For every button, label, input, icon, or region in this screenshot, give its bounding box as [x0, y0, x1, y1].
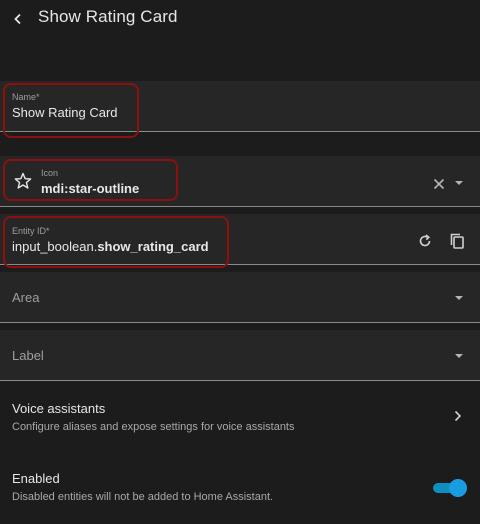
area-placeholder: Area	[12, 290, 40, 305]
name-field-label: Name*	[12, 92, 40, 102]
enabled-subtitle: Disabled entities will not be added to H…	[12, 491, 274, 503]
icon-field-value: mdi:star-outline	[41, 181, 140, 196]
reset-icon[interactable]	[415, 231, 435, 251]
voice-assistants-subtitle: Configure aliases and expose settings fo…	[12, 421, 295, 433]
entity-id-field[interactable]: Entity ID* input_boolean.show_rating_car…	[0, 214, 480, 265]
top-app-bar: Show Rating Card	[0, 0, 480, 38]
voice-assistants-title: Voice assistants	[12, 401, 106, 416]
area-select[interactable]: Area	[0, 272, 480, 323]
back-button[interactable]	[8, 9, 28, 29]
copy-icon[interactable]	[447, 230, 467, 252]
page-title: Show Rating Card	[38, 7, 178, 26]
label-select[interactable]: Label	[0, 330, 480, 381]
chevron-right-icon[interactable]	[451, 408, 465, 424]
name-field-value: Show Rating Card	[12, 105, 118, 120]
entity-id-prefix: input_boolean.	[12, 239, 98, 254]
chevron-left-icon	[14, 13, 21, 25]
entity-id-label: Entity ID*	[12, 226, 50, 236]
clear-icon[interactable]	[431, 176, 447, 192]
icon-field-label: Icon	[41, 168, 59, 178]
enabled-row: Enabled Disabled entities will not be ad…	[0, 458, 480, 518]
entity-id-value: input_boolean.show_rating_card	[12, 239, 209, 254]
entity-id-suffix: show_rating_card	[97, 239, 209, 254]
icon-field[interactable]: Icon mdi:star-outline	[0, 156, 480, 207]
chevron-down-icon[interactable]	[455, 296, 463, 300]
chevron-down-icon[interactable]	[455, 354, 463, 358]
enabled-toggle[interactable]	[433, 479, 467, 497]
chevron-down-icon[interactable]	[455, 181, 463, 185]
label-placeholder: Label	[12, 348, 44, 363]
enabled-title: Enabled	[12, 471, 60, 486]
voice-assistants-row[interactable]: Voice assistants Configure aliases and e…	[0, 388, 480, 446]
name-field[interactable]: Name* Show Rating Card	[0, 81, 480, 132]
star-outline-icon	[12, 170, 34, 192]
toggle-knob	[449, 479, 467, 497]
